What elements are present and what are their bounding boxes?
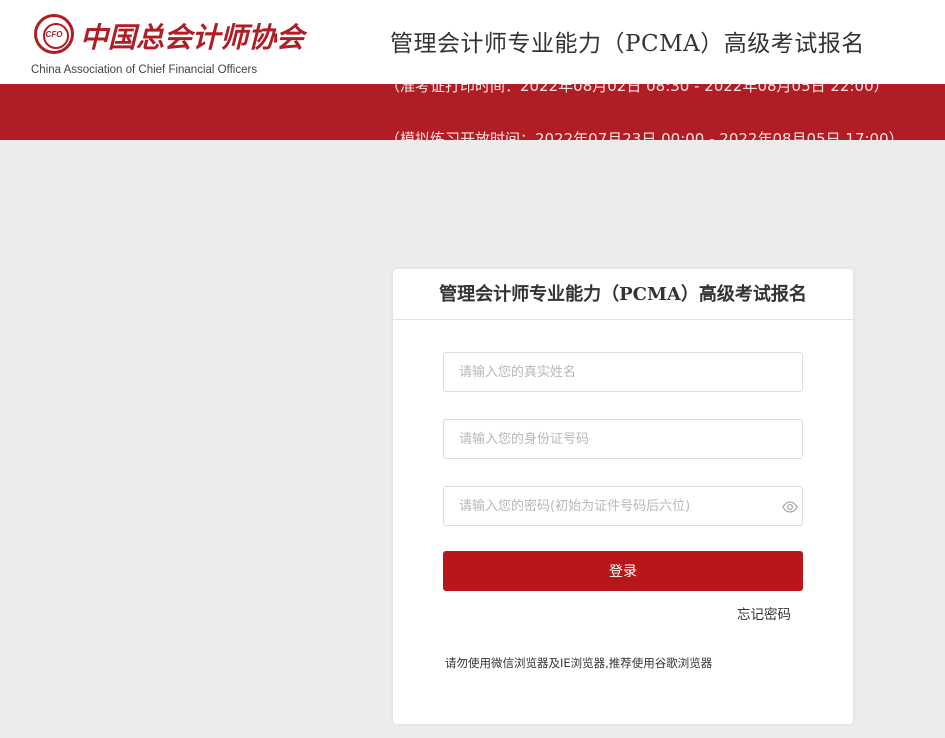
- logo-english-name: China Association of Chief Financial Off…: [31, 64, 258, 76]
- password-input[interactable]: [444, 487, 802, 525]
- page-title: 管理会计师专业能力（PCMA）高级考试报名: [390, 31, 865, 57]
- name-field: [443, 352, 803, 392]
- id-number-input[interactable]: [444, 420, 802, 458]
- browser-tip: 请勿使用微信浏览器及IE浏览器,推荐使用谷歌浏览器: [445, 656, 713, 670]
- eye-icon[interactable]: [782, 499, 798, 515]
- site-header: CFO 中国总会计师协会 China Association of Chief …: [0, 0, 945, 84]
- login-card-title: 管理会计师专业能力（PCMA）高级考试报名: [393, 269, 853, 320]
- password-field: [443, 486, 803, 526]
- logo-chinese-name: 中国总会计师协会: [80, 21, 305, 54]
- emblem-text: CFO: [45, 30, 63, 39]
- notice-banner: （准考证打印时间：2022年08月02日 08:30 - 2022年08月05日…: [0, 84, 945, 140]
- cfo-logo[interactable]: CFO 中国总会计师协会 China Association of Chief …: [30, 10, 304, 80]
- name-input[interactable]: [444, 353, 802, 391]
- login-button[interactable]: 登录: [443, 551, 803, 591]
- login-card: 管理会计师专业能力（PCMA）高级考试报名 登录 忘记密码 请勿使用微信浏览器及…: [393, 269, 853, 724]
- forgot-password-link[interactable]: 忘记密码: [737, 603, 791, 623]
- id-number-field: [443, 419, 803, 459]
- admission-ticket-notice: （准考证打印时间：2022年08月02日 08:30 - 2022年08月05日…: [385, 84, 889, 95]
- cfo-emblem-icon: CFO: [34, 14, 74, 54]
- mock-exam-notice: （模拟练习开放时间：2022年07月23日 00:00 - 2022年08月05…: [385, 130, 904, 140]
